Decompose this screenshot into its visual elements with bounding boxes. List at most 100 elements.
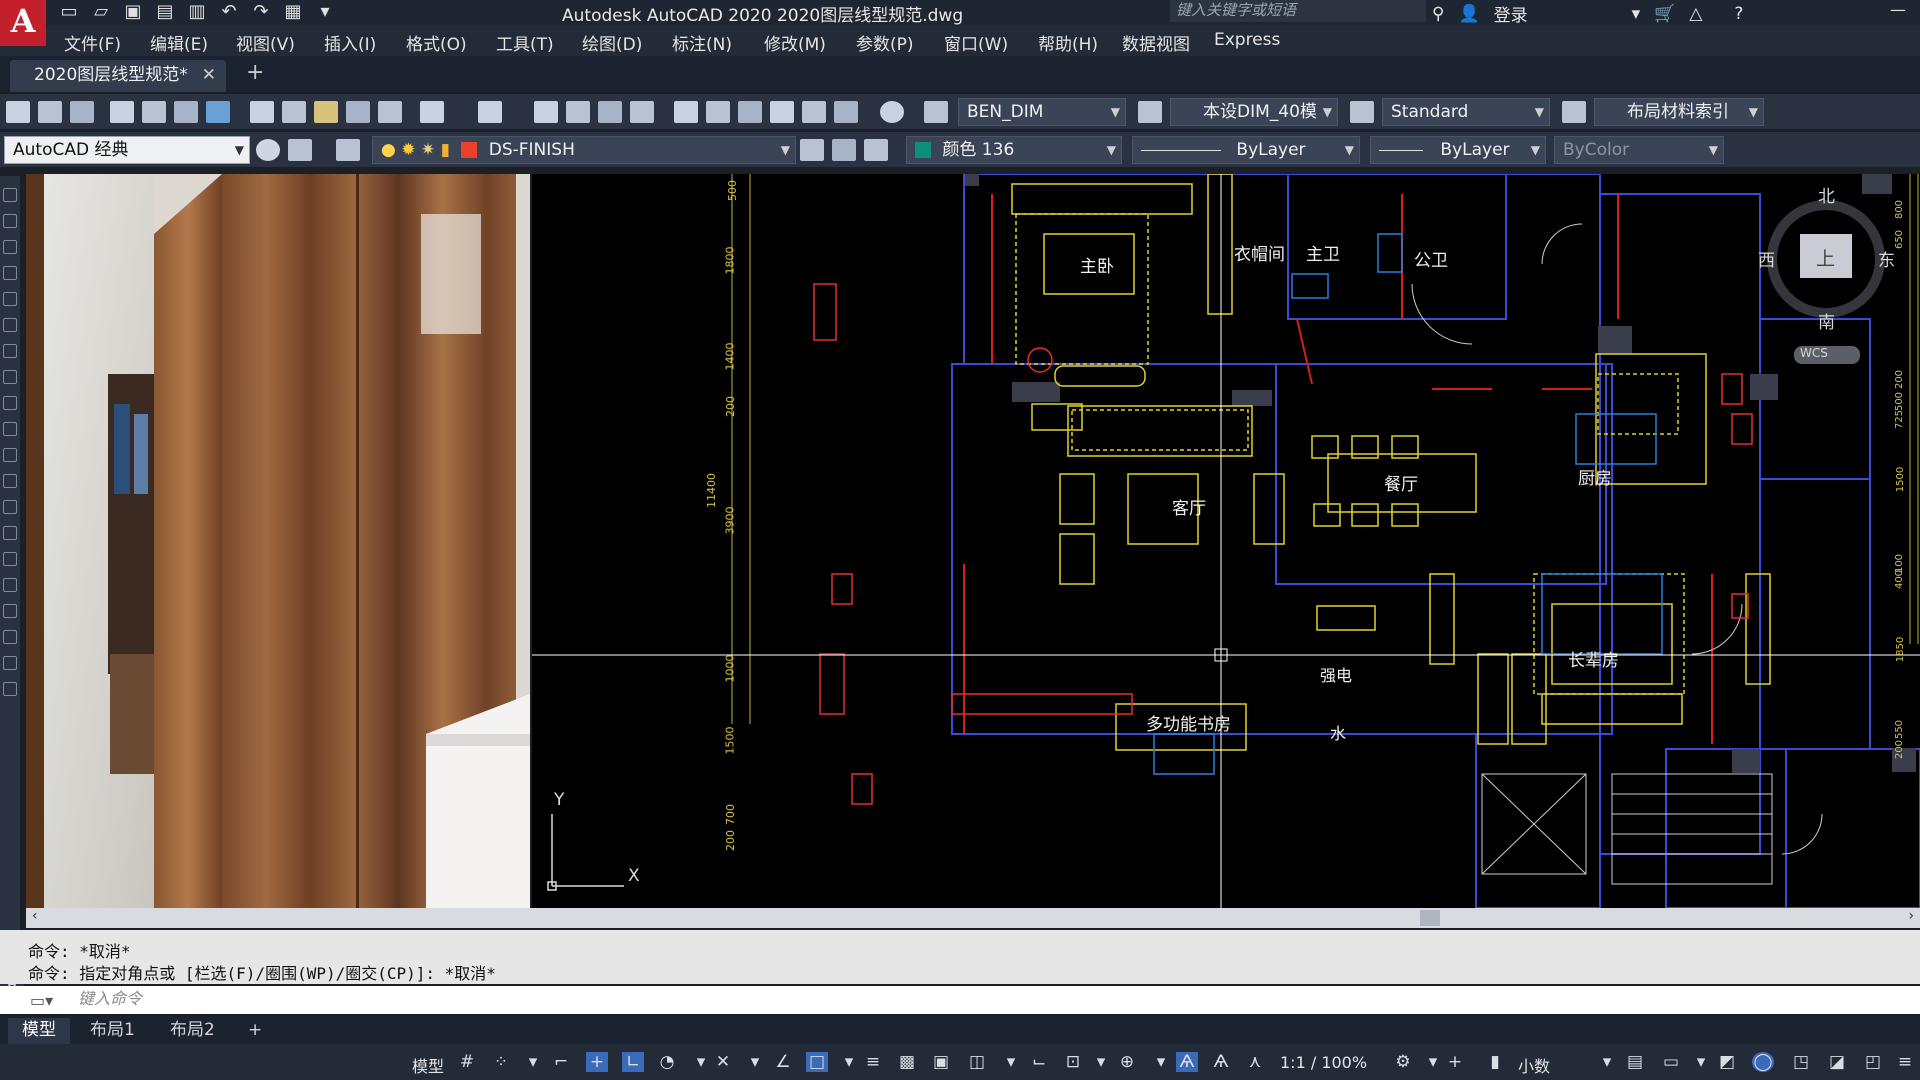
units-dropdown-icon[interactable]: ▾ [1596,1052,1618,1072]
gizmo-dropdown-icon[interactable]: ▾ [1150,1052,1172,1072]
layer-state-icon[interactable] [864,139,888,161]
command-input[interactable]: ▭▾ 键入命令 [0,986,1920,1014]
point-icon[interactable] [3,526,17,540]
lock-ui-dropdown-icon[interactable]: ▾ [1690,1052,1712,1072]
spline-icon[interactable] [3,396,17,410]
gear-icon[interactable] [256,139,280,161]
isodraft-dropdown-icon[interactable]: ▾ [744,1052,766,1072]
layer-manager-icon[interactable] [336,139,360,161]
menu-help[interactable]: 帮助(H) [1038,30,1098,55]
circle-icon[interactable] [3,344,17,358]
plot-preview-icon[interactable]: ▦ [282,2,304,22]
line-tool-icon[interactable] [3,188,17,202]
menu-file[interactable]: 文件(F) [64,30,121,55]
grid-icon[interactable]: # [456,1052,478,1072]
annotation-visibility-icon[interactable]: Ѧ [1176,1052,1198,1072]
snap-icon[interactable]: ⁘ [490,1052,512,1072]
zoom-realtime-icon[interactable] [566,101,590,123]
table-icon[interactable] [3,630,17,644]
cart-icon[interactable]: 🛒 [1654,4,1675,24]
new-tab-button[interactable]: + [246,60,264,85]
annotation-scale-value[interactable]: 1:1 / 100% [1280,1053,1367,1072]
login-dropdown-icon[interactable]: ▾ [1632,4,1641,24]
menu-format[interactable]: 格式(O) [406,30,467,55]
plotstyle-combo[interactable]: ByColor ▼ [1554,136,1724,164]
design-center-icon[interactable] [706,101,730,123]
annotation-scale-icon[interactable]: ⋏ [1244,1052,1266,1072]
menu-dataview[interactable]: 数据视图 [1122,30,1190,55]
block-editor-icon[interactable] [378,101,402,123]
clean-screen-icon[interactable]: ◳ [1790,1052,1812,1072]
zoom-previous-icon[interactable] [630,101,654,123]
plot-tool-icon[interactable] [110,101,134,123]
publish-icon[interactable] [174,101,198,123]
dim-override-combo[interactable]: 本设DIM_40模 ▼ [1170,98,1338,126]
redo-icon[interactable]: ↷ [250,2,272,22]
tablestyle-icon[interactable] [1350,101,1374,123]
scroll-thumb[interactable] [1420,910,1440,926]
preview-icon[interactable] [142,101,166,123]
region-icon[interactable] [3,604,17,618]
customization-icon[interactable]: ◪ [1826,1052,1848,1072]
viewcube-west[interactable]: 西 [1758,246,1775,271]
tool-palettes-icon[interactable] [738,101,762,123]
maximize-viewport-icon[interactable]: ◰ [1862,1052,1884,1072]
revcloud-icon[interactable] [3,370,17,384]
menu-edit[interactable]: 编辑(E) [150,30,208,55]
object-snap-icon[interactable]: □ [806,1052,828,1072]
dimstyle-icon[interactable] [1138,101,1162,123]
3d-osnap-dropdown-icon[interactable]: ▾ [1000,1052,1022,1072]
viewcube-east[interactable]: 东 [1878,246,1895,271]
wcs-label[interactable]: WCS [1800,346,1828,360]
polygon-icon[interactable] [3,266,17,280]
dimstyle-combo[interactable]: BEN_DIM ▼ [958,98,1126,126]
calculator-icon[interactable] [834,101,858,123]
infer-icon[interactable]: ⌐ [550,1052,572,1072]
sheet-set-icon[interactable] [770,101,794,123]
open-file-icon[interactable]: ▱ [90,2,112,22]
workspace-switch-icon[interactable]: ⚙ [1392,1052,1414,1072]
mleader-style-combo[interactable]: 布局材料索引 ▼ [1594,98,1764,126]
lock-ui-icon[interactable]: ▭ [1660,1052,1682,1072]
menu-view[interactable]: 视图(V) [236,30,295,55]
search-input[interactable]: 键入关键字或短语 [1170,0,1426,22]
3d-dwf-icon[interactable] [206,101,230,123]
multileader-icon[interactable] [1562,101,1586,123]
transparency-icon[interactable]: ▩ [896,1052,918,1072]
tab-layout1[interactable]: 布局1 [76,1018,149,1044]
isolate-objects-icon[interactable]: ◩ [1716,1052,1738,1072]
snap-dropdown-icon[interactable]: ▾ [522,1052,544,1072]
paste-icon[interactable] [314,101,338,123]
polar-dropdown-icon[interactable]: ▾ [690,1052,712,1072]
menu-modify[interactable]: 修改(M) [764,30,826,55]
layer-combo[interactable]: ● ✹ ✷ ▮ DS-FINISH ▼ [372,136,796,164]
menu-dimension[interactable]: 标注(N) [672,30,732,55]
scroll-left-icon[interactable]: ‹ [32,908,38,924]
gradient-icon[interactable] [3,578,17,592]
construction-line-icon[interactable] [3,214,17,228]
isodraft-icon[interactable]: ✕ [712,1052,734,1072]
viewcube-top[interactable]: 上 [1816,244,1835,271]
add-selected-icon[interactable] [3,682,17,696]
object-snap-tracking-icon[interactable]: ∠ [772,1052,794,1072]
menu-insert[interactable]: 插入(I) [324,30,376,55]
units-value[interactable]: 小数 [1518,1053,1550,1077]
layer-previous-icon[interactable] [832,139,856,161]
make-block-icon[interactable] [3,500,17,514]
lineweight-combo[interactable]: ByLayer ▼ [1370,136,1546,164]
dynamic-input-icon[interactable]: + [586,1052,608,1072]
selection-cycling-icon[interactable]: ▣ [930,1052,952,1072]
rectangle-icon[interactable] [3,292,17,306]
hardware-acceleration-icon[interactable]: ◯ [1752,1052,1774,1072]
selection-filter-icon[interactable]: ⊡ [1062,1052,1084,1072]
user-icon[interactable]: 👤 [1458,4,1479,24]
insert-block-icon[interactable] [3,474,17,488]
object-snap-dropdown-icon[interactable]: ▾ [838,1052,860,1072]
text-style-icon[interactable] [924,101,948,123]
status-menu-icon[interactable]: ≡ [1894,1052,1916,1072]
ellipse-arc-icon[interactable] [3,448,17,462]
selection-filter-dropdown-icon[interactable]: ▾ [1090,1052,1112,1072]
tab-add-layout[interactable]: + [234,1018,276,1044]
menu-tools[interactable]: 工具(T) [496,30,554,55]
properties-icon[interactable] [674,101,698,123]
